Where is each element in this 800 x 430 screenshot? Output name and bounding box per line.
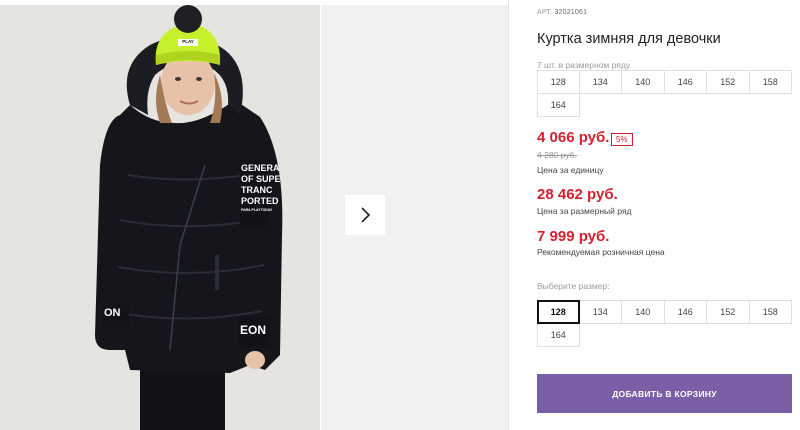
- size-row-item: 164: [537, 93, 580, 117]
- sleeve-print-line: PARA PLAYTODAY: [241, 208, 273, 212]
- size-row-item: 134: [578, 70, 622, 94]
- size-option[interactable]: 152: [706, 300, 750, 324]
- chevron-right-icon: [361, 207, 371, 223]
- next-photo-button[interactable]: [345, 195, 385, 235]
- article-number: АРТ. 32021061: [537, 9, 587, 16]
- product-photo[interactable]: PLAY GENERA OF SUPE TRANC PORTED PARA PL…: [0, 5, 320, 430]
- column-divider: [508, 0, 509, 430]
- product-gallery: PLAY GENERA OF SUPE TRANC PORTED PARA PL…: [0, 0, 508, 430]
- add-to-cart-button[interactable]: ДОБАВИТЬ В КОРЗИНУ: [537, 374, 792, 413]
- size-selector: 128 134 140 146 152 158 164: [537, 300, 792, 347]
- choose-size-label: Выберите размер:: [537, 281, 610, 291]
- retail-price-caption: Рекомендуемая розничная цена: [537, 247, 665, 257]
- sleeve-print-line: GENERA: [241, 163, 280, 173]
- product-title: Куртка зимняя для девочки: [537, 31, 721, 47]
- sleeve-print-line: PORTED: [241, 196, 279, 206]
- unit-price-caption: Цена за единицу: [537, 165, 604, 175]
- size-row-list: 128 134 140 146 152 158 164: [537, 70, 792, 117]
- sleeve-print-line: OF SUPE: [241, 174, 281, 184]
- sleeve-print-line: TRANC: [241, 185, 273, 195]
- size-row-item: 146: [663, 70, 707, 94]
- size-row-item: 152: [706, 70, 750, 94]
- discount-badge: 5%: [611, 133, 633, 146]
- sizes-count-note: 7 шт. в размерном ряду: [537, 60, 631, 70]
- size-set-price-caption: Цена за размерный ряд: [537, 206, 632, 216]
- size-row-item: 158: [748, 70, 792, 94]
- cuff-print-left: ON: [104, 307, 121, 319]
- size-option[interactable]: 164: [537, 323, 580, 347]
- size-option[interactable]: 128: [537, 300, 580, 324]
- article-label: АРТ.: [537, 9, 553, 16]
- sleeve-print: GENERA OF SUPE TRANC PORTED PARA PLAYTOD…: [241, 163, 281, 213]
- unit-price: 4 066 руб.: [537, 129, 610, 146]
- size-row-item: 140: [621, 70, 665, 94]
- size-set-price: 28 462 руб.: [537, 186, 618, 203]
- size-option[interactable]: 158: [748, 300, 792, 324]
- size-option[interactable]: 146: [663, 300, 707, 324]
- old-price: 4 280 руб.: [537, 150, 577, 160]
- retail-price: 7 999 руб.: [537, 228, 610, 245]
- product-photo-illustration: [0, 5, 320, 430]
- cuff-print-right: EON: [240, 323, 267, 337]
- size-option[interactable]: 140: [621, 300, 665, 324]
- size-row-item: 128: [537, 70, 580, 94]
- article-value: 32021061: [554, 9, 588, 16]
- size-option[interactable]: 134: [578, 300, 622, 324]
- hat-tag: PLAY: [182, 39, 194, 44]
